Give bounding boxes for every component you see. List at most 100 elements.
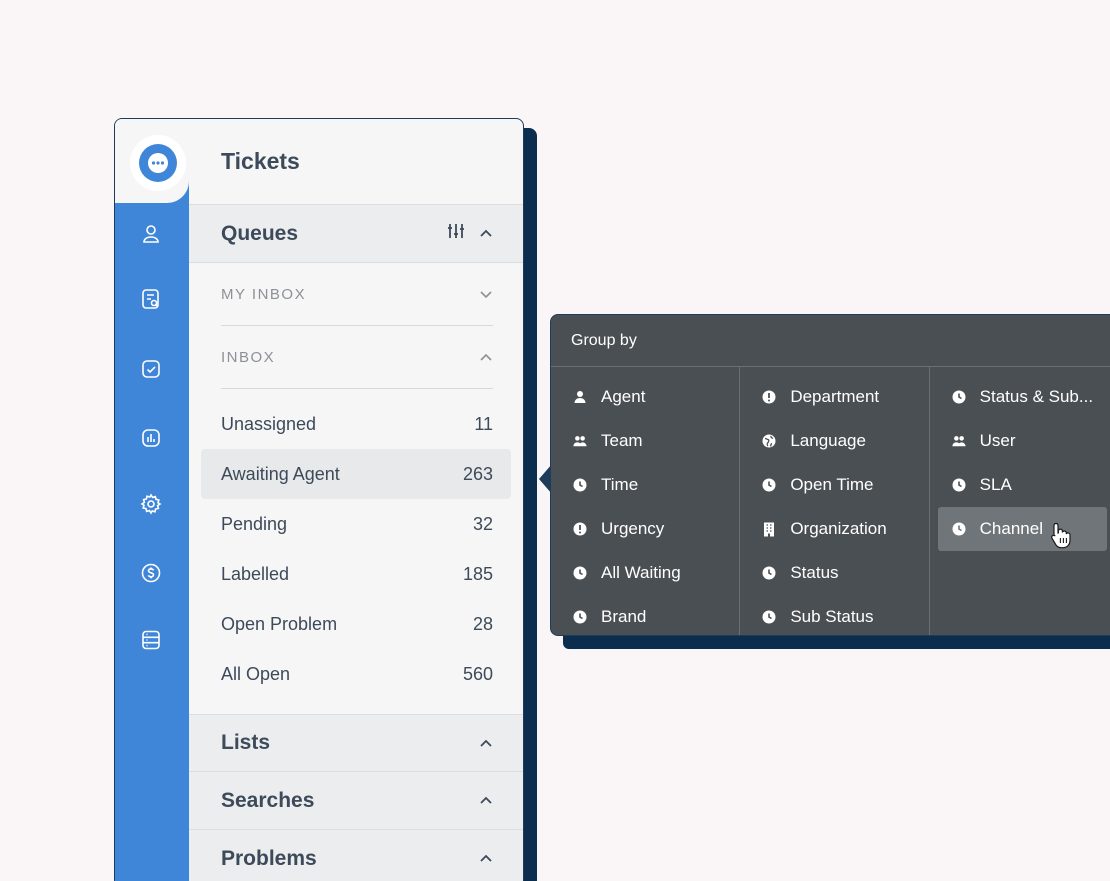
queue-item-all-open[interactable]: All Open 560: [201, 649, 511, 699]
tickets-panel: Tickets Queues MY INBOX INBOX Unassigned…: [114, 118, 524, 881]
queue-item-name: Awaiting Agent: [221, 463, 340, 484]
queue-item-awaiting-agent[interactable]: Awaiting Agent 263: [201, 449, 511, 499]
chevron-up-icon[interactable]: [479, 229, 493, 238]
settings-gear-icon[interactable]: [139, 492, 163, 516]
option-label: Time: [601, 475, 639, 494]
section-searches[interactable]: Searches: [189, 772, 523, 830]
group-by-sla[interactable]: SLA: [930, 463, 1110, 507]
group-by-team[interactable]: Team: [551, 419, 735, 463]
queue-item-name: Open Problem: [221, 613, 338, 634]
chevron-up-icon[interactable]: [479, 854, 493, 863]
user-icon[interactable]: [139, 222, 163, 246]
people-icon: [573, 434, 587, 448]
queue-item-pending[interactable]: Pending 32: [201, 499, 511, 549]
chevron-down-icon[interactable]: [479, 290, 493, 299]
option-label: Organization: [790, 519, 887, 538]
option-label: Language: [790, 431, 866, 450]
section-lists-label: Lists: [221, 731, 271, 754]
group-my-inbox[interactable]: MY INBOX: [221, 263, 493, 326]
queue-item-count: 263: [462, 463, 493, 484]
panel-header: Tickets: [189, 119, 523, 205]
queue-item-unassigned[interactable]: Unassigned 11: [201, 399, 511, 449]
option-label: Open Time: [790, 475, 874, 494]
globe-icon: [762, 434, 776, 448]
group-by-department[interactable]: Department: [740, 375, 924, 419]
group-by-status[interactable]: Status: [740, 551, 924, 595]
reports-chart-icon[interactable]: [139, 426, 163, 450]
clock-icon: [952, 390, 966, 404]
option-label: SLA: [979, 475, 1012, 494]
option-label: Agent: [601, 387, 646, 406]
option-label: Department: [790, 387, 880, 406]
popover-title: Group by: [551, 315, 1110, 367]
people-icon: [952, 434, 966, 448]
group-by-column: Status & Sub... User SLA Channel: [930, 367, 1110, 635]
queue-list: Unassigned 11 Awaiting Agent 263 Pending…: [189, 389, 523, 714]
ticket-search-icon[interactable]: [139, 287, 163, 311]
billing-dollar-icon[interactable]: [139, 561, 163, 585]
database-icon[interactable]: [139, 628, 163, 652]
queue-item-count: 28: [472, 613, 493, 634]
option-label: Sub Status: [790, 607, 874, 626]
option-label: Team: [601, 431, 643, 450]
chevron-up-icon[interactable]: [479, 796, 493, 805]
exclamation-icon: [573, 522, 587, 536]
group-by-open-time[interactable]: Open Time: [740, 463, 924, 507]
section-problems[interactable]: Problems: [189, 830, 523, 881]
sidebar-rail: [115, 119, 189, 881]
option-label: User: [979, 431, 1016, 450]
clock-icon: [952, 522, 966, 536]
option-label: All Waiting: [601, 563, 681, 582]
queue-item-open-problem[interactable]: Open Problem 28: [201, 599, 511, 649]
app-logo[interactable]: [130, 135, 186, 191]
clock-icon: [573, 566, 587, 580]
clock-icon: [762, 478, 776, 492]
clock-icon: [573, 478, 587, 492]
group-by-user[interactable]: User: [930, 419, 1110, 463]
sliders-icon[interactable]: [447, 223, 465, 244]
exclamation-icon: [762, 390, 776, 404]
clock-icon: [762, 566, 776, 580]
section-problems-label: Problems: [221, 846, 317, 870]
queue-item-name: Unassigned: [221, 413, 317, 434]
group-by-language[interactable]: Language: [740, 419, 924, 463]
group-by-sub-status[interactable]: Sub Status: [740, 595, 924, 635]
group-inbox[interactable]: INBOX: [221, 326, 493, 389]
option-label: Brand: [601, 607, 647, 626]
queue-item-name: All Open: [221, 663, 291, 684]
group-my-inbox-label: MY INBOX: [221, 285, 307, 303]
group-by-column: Department Language Open Time Organizati…: [740, 367, 930, 635]
group-by-organization[interactable]: Organization: [740, 507, 924, 551]
hand-pointer-cursor-icon: [1049, 521, 1073, 554]
clock-icon: [952, 478, 966, 492]
option-label: Status & Sub...: [979, 387, 1094, 406]
chevron-up-icon[interactable]: [479, 739, 493, 748]
group-by-channel[interactable]: Channel: [937, 507, 1107, 551]
group-by-column: Agent Team Time Urgency All Waiting Bran…: [551, 367, 741, 635]
queue-item-count: 185: [462, 563, 493, 584]
queue-item-name: Pending: [221, 513, 288, 534]
group-by-all-waiting[interactable]: All Waiting: [551, 551, 735, 595]
section-queues-label: Queues: [221, 221, 299, 245]
section-queues[interactable]: Queues: [189, 205, 523, 263]
chevron-up-icon[interactable]: [479, 353, 493, 362]
queue-item-labelled[interactable]: Labelled 185: [201, 549, 511, 599]
section-lists[interactable]: Lists: [189, 714, 523, 772]
option-label: Urgency: [601, 519, 665, 538]
chat-bubble-icon: [139, 144, 177, 182]
group-by-options: Agent Team Time Urgency All Waiting Bran…: [551, 367, 1110, 635]
page-title: Tickets: [221, 148, 300, 174]
person-icon: [573, 390, 587, 404]
group-by-brand[interactable]: Brand: [551, 595, 735, 635]
group-by-status-sub-status[interactable]: Status & Sub...: [930, 375, 1110, 419]
queue-item-count: 11: [474, 413, 493, 434]
group-by-time[interactable]: Time: [551, 463, 735, 507]
group-by-agent[interactable]: Agent: [551, 375, 735, 419]
queue-item-count: 560: [462, 663, 493, 684]
group-inbox-label: INBOX: [221, 348, 276, 366]
group-by-popover: Group by Agent Team Time Urgency All Wai…: [550, 314, 1110, 636]
clock-icon: [573, 610, 587, 624]
group-by-urgency[interactable]: Urgency: [551, 507, 735, 551]
section-searches-label: Searches: [221, 788, 315, 812]
task-check-icon[interactable]: [139, 357, 163, 381]
